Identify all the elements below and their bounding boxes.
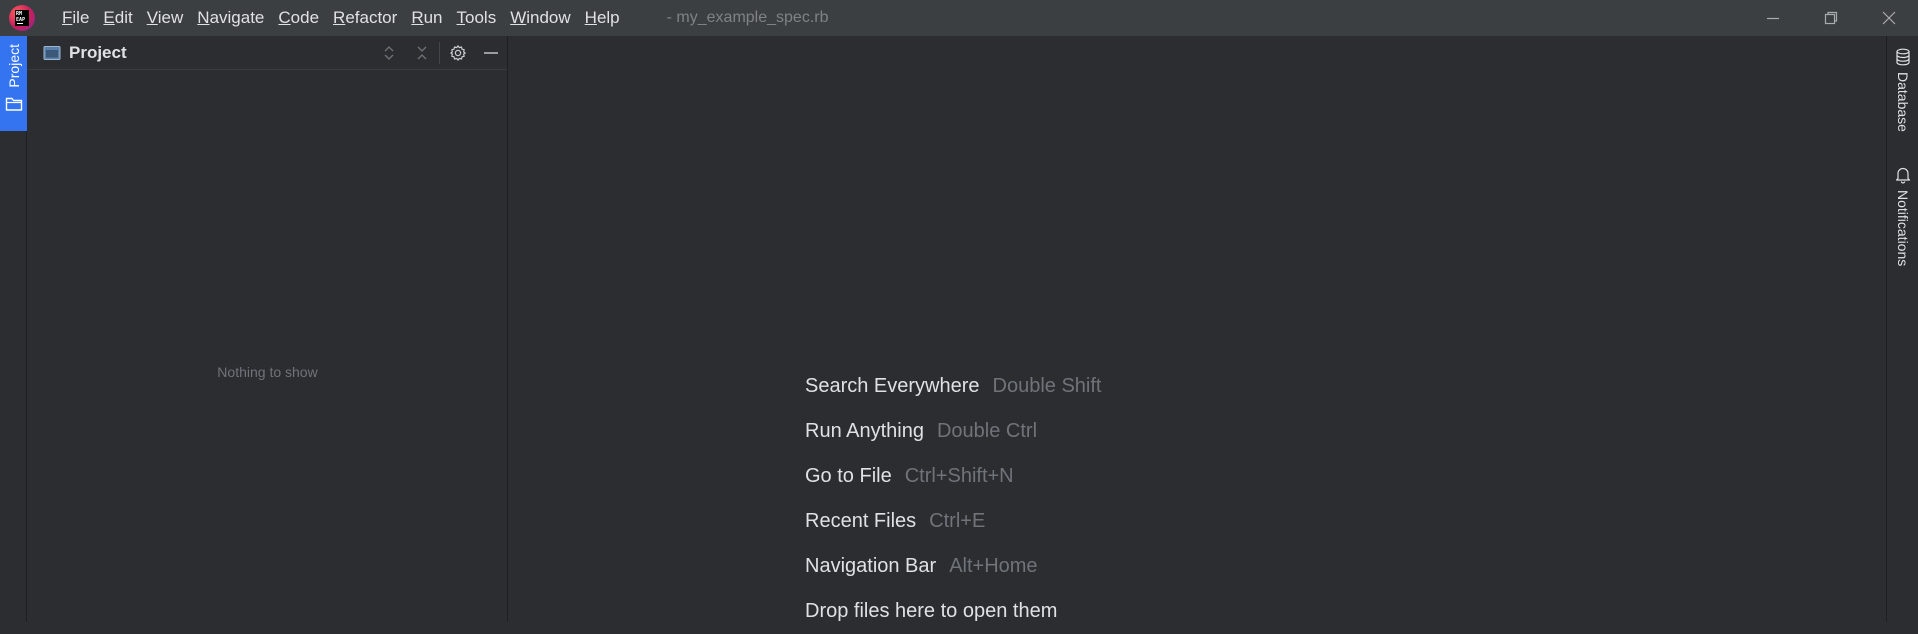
hint-drop-files: Drop files here to open them bbox=[805, 589, 1102, 634]
project-tool-window: Project Nothing to show bbox=[27, 36, 508, 622]
window-title: - my_example_spec.rb bbox=[666, 9, 829, 26]
left-tool-stripe: Project bbox=[0, 36, 27, 622]
menu-code-label: ode bbox=[290, 8, 320, 27]
project-panel-title: Project bbox=[69, 42, 127, 62]
editor-empty-area: Search Everywhere Double Shift Run Anyth… bbox=[508, 36, 1886, 622]
hint-action: Navigation Bar bbox=[805, 555, 937, 577]
right-tool-stripe: Database Notifications bbox=[1886, 36, 1918, 622]
menu-view[interactable]: View bbox=[140, 0, 191, 36]
panel-actions-divider bbox=[439, 42, 440, 64]
menu-refactor[interactable]: Refactor bbox=[326, 0, 404, 36]
collapse-all-icon bbox=[417, 46, 426, 60]
folder-icon bbox=[5, 97, 22, 111]
expand-collapse-button[interactable] bbox=[372, 36, 405, 70]
close-icon bbox=[1882, 11, 1896, 25]
menu-navigate-label: avigate bbox=[209, 8, 265, 27]
menu-refactor-label: efactor bbox=[345, 8, 398, 27]
restore-icon bbox=[1824, 11, 1838, 25]
hint-shortcut: Double Shift bbox=[992, 375, 1102, 397]
close-button[interactable] bbox=[1860, 0, 1918, 36]
menu-bar: File Edit View Navigate Code Refactor Ru… bbox=[55, 0, 627, 36]
menu-file-label: ile bbox=[72, 8, 90, 27]
collapse-all-button[interactable] bbox=[405, 36, 438, 70]
database-tool-label: Database bbox=[1895, 72, 1911, 132]
gear-icon bbox=[449, 45, 466, 61]
notifications-tool-label: Notifications bbox=[1895, 190, 1911, 267]
menu-help-mnemonic: H bbox=[584, 8, 597, 27]
hint-recent-files: Recent Files Ctrl+E bbox=[805, 499, 1102, 544]
hint-search-everywhere: Search Everywhere Double Shift bbox=[805, 364, 1102, 409]
menu-tools-mnemonic: T bbox=[456, 8, 466, 27]
hint-go-to-file: Go to File Ctrl+Shift+N bbox=[805, 454, 1102, 499]
hint-shortcut: Alt+Home bbox=[949, 555, 1038, 577]
hide-panel-button[interactable] bbox=[474, 36, 507, 70]
hint-action: Recent Files bbox=[805, 510, 917, 532]
title-bar: RM EAP File Edit View Navigate Code Refa… bbox=[0, 0, 1918, 36]
menu-window-label: indow bbox=[526, 8, 571, 27]
menu-refactor-mnemonic: R bbox=[333, 8, 346, 27]
project-empty-text: Nothing to show bbox=[217, 364, 318, 380]
app-logo-icon[interactable]: RM EAP bbox=[9, 5, 35, 31]
project-window-icon bbox=[43, 45, 61, 60]
notifications-tool-button[interactable]: Notifications bbox=[1887, 166, 1918, 266]
settings-button[interactable] bbox=[441, 36, 474, 70]
menu-navigate[interactable]: Navigate bbox=[190, 0, 271, 36]
window-controls bbox=[1744, 0, 1918, 36]
hint-action: Go to File bbox=[805, 465, 892, 487]
menu-file-mnemonic: F bbox=[62, 8, 73, 27]
expand-collapse-icon bbox=[384, 46, 393, 60]
menu-tools[interactable]: Tools bbox=[450, 0, 504, 36]
menu-help[interactable]: Help bbox=[578, 0, 627, 36]
project-panel-actions bbox=[372, 36, 507, 70]
menu-edit-label: dit bbox=[114, 8, 133, 27]
hint-action: Search Everywhere bbox=[805, 375, 980, 397]
minimize-button[interactable] bbox=[1744, 0, 1802, 36]
menu-run[interactable]: Run bbox=[404, 0, 449, 36]
project-tool-label: Project bbox=[5, 44, 22, 88]
project-tool-button[interactable]: Project bbox=[0, 36, 27, 131]
hide-icon bbox=[483, 52, 498, 54]
hint-action: Run Anything bbox=[805, 420, 924, 442]
database-tool-button[interactable]: Database bbox=[1887, 48, 1918, 132]
menu-run-label: un bbox=[423, 8, 443, 27]
database-icon bbox=[1896, 48, 1910, 66]
bell-icon bbox=[1895, 167, 1911, 184]
menu-view-label: iew bbox=[157, 8, 184, 27]
hint-shortcut: Double Ctrl bbox=[936, 420, 1038, 442]
menu-code-mnemonic: C bbox=[278, 8, 291, 27]
menu-help-label: elp bbox=[596, 8, 620, 27]
menu-run-mnemonic: R bbox=[411, 8, 424, 27]
menu-file[interactable]: File bbox=[55, 0, 96, 36]
hint-shortcut: Ctrl+E bbox=[929, 510, 986, 532]
editor-hints: Search Everywhere Double Shift Run Anyth… bbox=[805, 364, 1102, 634]
project-panel-header: Project bbox=[27, 36, 507, 70]
minimize-icon bbox=[1767, 17, 1779, 20]
logo-bar bbox=[17, 23, 23, 24]
menu-window-mnemonic: W bbox=[510, 8, 527, 27]
hint-action: Drop files here to open them bbox=[805, 600, 1058, 622]
hint-shortcut: Ctrl+Shift+N bbox=[904, 465, 1014, 487]
menu-edit[interactable]: Edit bbox=[96, 0, 139, 36]
menu-window[interactable]: Window bbox=[503, 0, 577, 36]
menu-view-mnemonic: V bbox=[146, 8, 158, 27]
menu-code[interactable]: Code bbox=[271, 0, 326, 36]
restore-button[interactable] bbox=[1802, 0, 1860, 36]
menu-navigate-mnemonic: N bbox=[197, 8, 210, 27]
hint-navigation-bar: Navigation Bar Alt+Home bbox=[805, 544, 1102, 589]
menu-tools-label: ools bbox=[465, 8, 497, 27]
menu-edit-mnemonic: E bbox=[103, 8, 115, 27]
hint-run-anything: Run Anything Double Ctrl bbox=[805, 409, 1102, 454]
